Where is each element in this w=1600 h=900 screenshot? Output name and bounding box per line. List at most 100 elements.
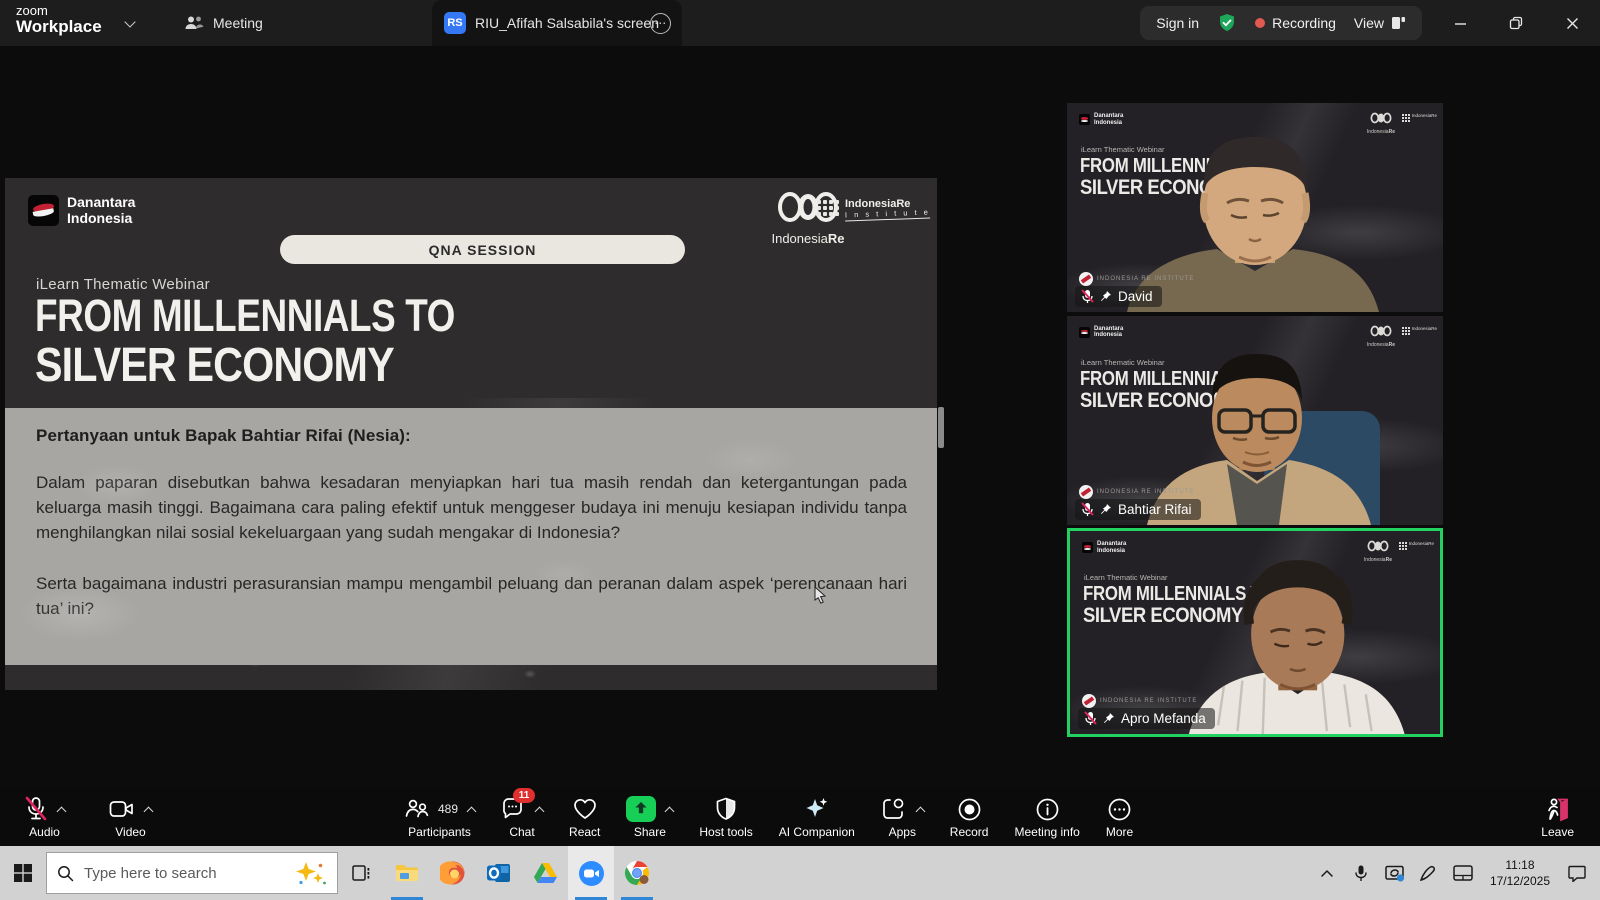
file-explorer-icon — [395, 863, 419, 883]
recording-label: Recording — [1272, 15, 1336, 31]
search-input[interactable]: Type here to search — [84, 865, 283, 882]
apps-button[interactable]: Apps — [881, 794, 924, 839]
task-view-button[interactable] — [338, 846, 384, 900]
sparkle-icon — [804, 796, 830, 822]
brand-workplace: Workplace — [16, 18, 102, 36]
participant-strip: DanantaraIndonesia IndonesiaRe Indonesia… — [1067, 103, 1443, 741]
tray-pen-icon[interactable] — [1414, 846, 1444, 900]
taskbar-outlook[interactable] — [476, 846, 522, 900]
video-tile-apro-mefanda[interactable]: DanantaraIndonesia IndonesiaRe Indonesia… — [1067, 528, 1443, 737]
mic-muted-icon — [24, 796, 48, 822]
institute-line2: I n s t i t u t e — [845, 209, 931, 222]
participants-options-caret[interactable] — [467, 806, 477, 816]
more-button[interactable]: More — [1106, 794, 1133, 839]
record-button[interactable]: Record — [950, 794, 989, 839]
tray-touchpad-icon[interactable] — [1448, 846, 1478, 900]
clock-date: 17/12/2025 — [1490, 873, 1550, 889]
titlebar-right-cluster: Sign in Recording View — [1140, 6, 1422, 40]
tray-mic-icon[interactable] — [1346, 846, 1376, 900]
view-label: View — [1354, 15, 1384, 31]
participants-button[interactable]: 489 Participants — [404, 794, 475, 839]
avatar: RS — [444, 12, 466, 34]
close-button[interactable] — [1544, 0, 1600, 46]
share-options-caret[interactable] — [665, 806, 675, 816]
video-tile-david[interactable]: DanantaraIndonesia IndonesiaRe Indonesia… — [1067, 103, 1443, 312]
question-heading: Pertanyaan untuk Bapak Bahtiar Rifai (Ne… — [36, 426, 907, 446]
search-icon — [57, 865, 74, 882]
background-watermark: INDONESIA RE INSTITUTE — [1079, 272, 1194, 286]
chevron-down-icon[interactable] — [124, 16, 135, 27]
question-paragraph-2: Serta bagaimana industri perasuransian m… — [36, 571, 907, 621]
sign-in-button[interactable]: Sign in — [1156, 15, 1199, 31]
participant-name-label: Apro Mefanda — [1078, 708, 1215, 729]
video-button[interactable]: Video — [109, 794, 152, 839]
tray-hidden-icons-chevron[interactable] — [1312, 846, 1342, 900]
react-button[interactable]: React — [569, 794, 600, 839]
participants-icon — [404, 797, 430, 821]
slide-title-line2: SILVER ECONOMY — [35, 338, 394, 393]
participant-name: Apro Mefanda — [1121, 711, 1206, 726]
scrollbar-thumb[interactable] — [938, 407, 944, 448]
taskbar-search[interactable]: Type here to search — [46, 852, 338, 894]
tray-display-share-icon[interactable] — [1380, 846, 1410, 900]
chrome-icon — [624, 860, 650, 886]
pin-icon — [1103, 712, 1115, 725]
zoom-workplace-window: zoom Workplace Meeting RS RIU_Afifah Sal… — [0, 0, 1600, 900]
tab-meeting[interactable]: Meeting — [170, 0, 277, 46]
ai-companion-button[interactable]: AI Companion — [779, 794, 855, 839]
participant-name: Bahtiar Rifai — [1118, 502, 1192, 517]
taskbar-clock[interactable]: 11:18 17/12/2025 — [1482, 857, 1558, 889]
taskbar-file-explorer[interactable] — [384, 846, 430, 900]
participant-name-label: Bahtiar Rifai — [1075, 499, 1201, 520]
shared-screen-slide: Danantara Indonesia QNA SESSION Indonesi… — [5, 178, 937, 690]
window-controls — [1432, 0, 1600, 46]
chat-button[interactable]: 11 Chat — [501, 794, 543, 839]
video-tile-bahtiar-rifai[interactable]: DanantaraIndonesia IndonesiaRe Indonesia… — [1067, 316, 1443, 525]
question-paragraph-1: Dalam paparan disebutkan bahwa kesadaran… — [36, 470, 907, 545]
zoom-toolbar: Audio Video — [0, 786, 1600, 846]
danantara-line1: Danantara — [67, 195, 135, 210]
share-button[interactable]: Share — [626, 794, 673, 839]
action-center-button[interactable] — [1562, 846, 1592, 900]
taskbar-chrome[interactable] — [614, 846, 660, 900]
taskbar-firefox[interactable] — [430, 846, 476, 900]
taskbar-google-drive[interactable] — [522, 846, 568, 900]
security-shield-icon[interactable] — [1217, 13, 1237, 33]
minimize-button[interactable] — [1432, 0, 1488, 46]
qna-session-pill: QNA SESSION — [280, 235, 685, 264]
chat-options-caret[interactable] — [535, 806, 545, 816]
recording-dot-icon — [1255, 18, 1265, 28]
system-tray: 11:18 17/12/2025 — [1312, 846, 1600, 900]
shield-icon — [715, 797, 737, 821]
view-button[interactable]: View — [1354, 15, 1406, 31]
camera-icon — [109, 799, 135, 819]
bing-sparkle-icon — [293, 860, 327, 886]
windows-taskbar: Type here to search — [0, 846, 1600, 900]
people-icon — [184, 14, 204, 32]
mic-muted-icon — [1084, 711, 1097, 726]
mic-muted-icon — [1081, 289, 1094, 304]
maximize-button[interactable] — [1488, 0, 1544, 46]
info-icon — [1035, 797, 1060, 822]
audio-options-caret[interactable] — [57, 806, 67, 816]
host-tools-button[interactable]: Host tools — [699, 794, 752, 839]
meeting-info-button[interactable]: Meeting info — [1014, 794, 1079, 839]
mic-muted-icon — [1081, 502, 1094, 517]
leave-button[interactable]: Leave — [1541, 794, 1574, 839]
audio-button[interactable]: Audio — [24, 794, 65, 839]
video-options-caret[interactable] — [144, 806, 154, 816]
outlook-icon — [486, 861, 512, 885]
taskbar-zoom[interactable] — [568, 846, 614, 900]
tab-options-icon[interactable]: ⋯ — [650, 13, 671, 34]
task-view-icon — [351, 864, 371, 882]
share-icon — [626, 796, 656, 822]
apps-options-caret[interactable] — [915, 806, 925, 816]
pin-icon — [1100, 290, 1112, 303]
tab-shared-screen[interactable]: RS RIU_Afifah Salsabila's screen — [432, 0, 682, 46]
ellipsis-icon — [1107, 797, 1132, 822]
tab-shared-screen-label: RIU_Afifah Salsabila's screen — [475, 15, 659, 31]
start-button[interactable] — [0, 846, 46, 900]
participant-name-label: David — [1075, 286, 1162, 307]
view-layout-icon — [1391, 16, 1406, 30]
apps-icon — [881, 797, 907, 821]
